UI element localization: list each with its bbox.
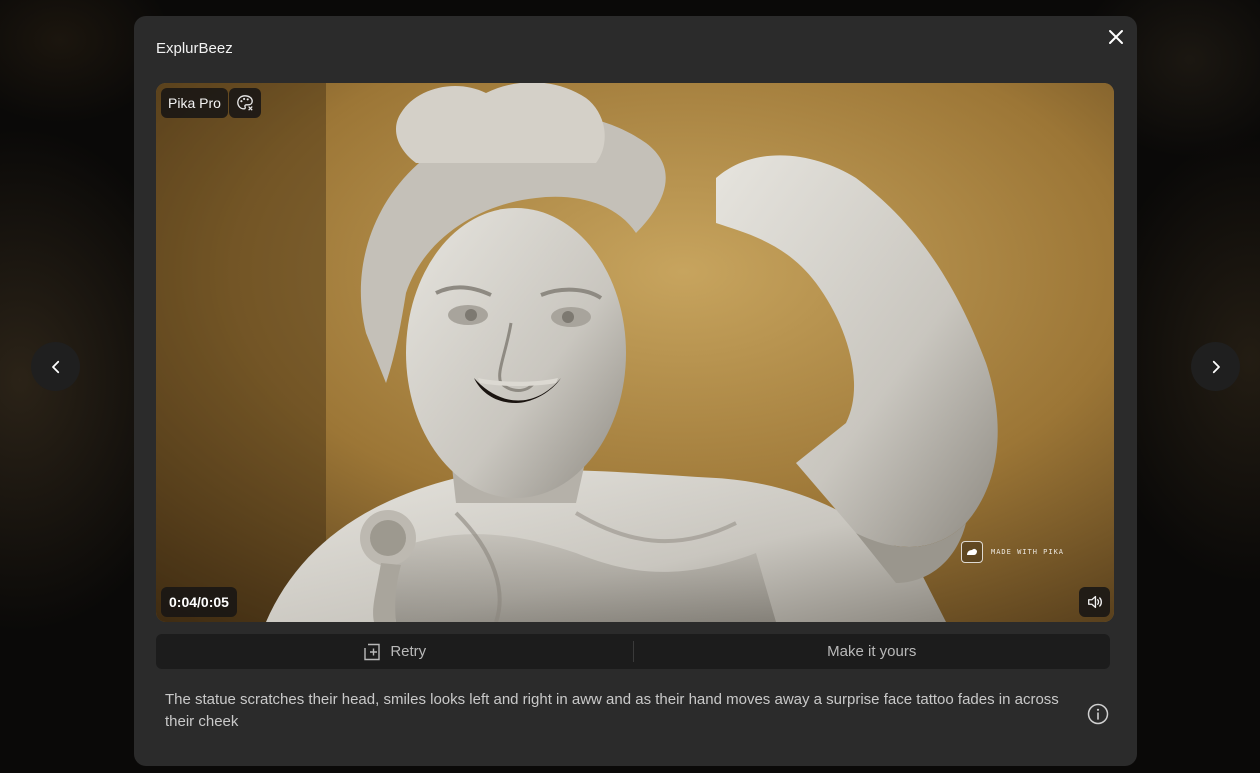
pika-logo-icon <box>961 541 983 563</box>
chevron-right-icon <box>1212 360 1220 373</box>
retry-icon <box>364 643 381 660</box>
plan-badge: Pika Pro <box>161 88 228 118</box>
close-icon <box>1109 30 1123 44</box>
prompt-text: The statue scratches their head, smiles … <box>165 691 1059 730</box>
modal-title: ExplurBeez <box>156 40 233 57</box>
action-bar: Retry Make it yours <box>156 634 1110 669</box>
previous-button[interactable] <box>31 342 80 391</box>
volume-button[interactable] <box>1079 587 1110 617</box>
video-time: 0:04/0:05 <box>161 587 237 617</box>
make-it-yours-button[interactable]: Make it yours <box>634 634 1111 669</box>
chevron-left-icon <box>51 360 59 373</box>
volume-icon <box>1087 595 1102 609</box>
style-palette-button[interactable] <box>229 88 261 118</box>
info-button[interactable] <box>1086 702 1110 726</box>
info-icon <box>1087 703 1109 725</box>
video-player[interactable]: Pika Pro MADE WITH PIKA 0:04/0:05 <box>156 83 1114 622</box>
close-button[interactable] <box>1105 26 1127 48</box>
video-modal: ExplurBeez Pika Pro MADE WITH PIKA 0:04/… <box>134 16 1137 766</box>
make-it-yours-label: Make it yours <box>827 643 917 660</box>
retry-label: Retry <box>390 643 427 660</box>
made-with-pika-watermark: MADE WITH PIKA <box>961 541 1064 563</box>
next-button[interactable] <box>1191 342 1240 391</box>
palette-icon <box>237 95 253 111</box>
watermark-text: MADE WITH PIKA <box>991 548 1065 556</box>
retry-button[interactable]: Retry <box>156 634 633 669</box>
